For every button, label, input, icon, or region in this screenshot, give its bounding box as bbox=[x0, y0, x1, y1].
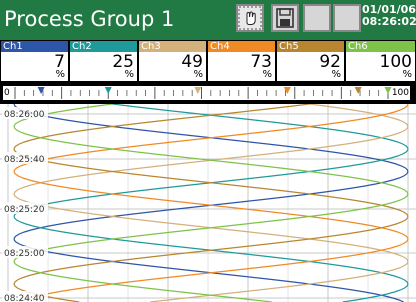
channel-tile-6[interactable]: Ch6 100 % bbox=[346, 41, 415, 81]
time-label: 08:26:00 bbox=[4, 110, 45, 120]
time-label: 08:25:20 bbox=[4, 205, 45, 215]
page-title: Process Group 1 bbox=[4, 7, 175, 31]
channel-tile-1[interactable]: Ch1 7 % bbox=[1, 41, 68, 81]
channel-name: Ch6 bbox=[346, 41, 415, 52]
time-label: 08:25:40 bbox=[4, 155, 45, 165]
channel-panel: Ch1 7 % Ch2 25 % Ch3 49 % Ch4 73 % Ch5 9… bbox=[0, 40, 416, 82]
channel-marker bbox=[37, 87, 45, 94]
channel-unit: % bbox=[262, 69, 272, 80]
channel-name: Ch4 bbox=[208, 41, 275, 52]
channel-name: Ch1 bbox=[1, 41, 68, 52]
scale-ticks bbox=[14, 87, 392, 99]
channel-marker bbox=[194, 87, 202, 94]
time-text: 08:26:02 bbox=[362, 15, 416, 28]
hand-button[interactable] bbox=[236, 4, 264, 32]
datetime-display: 01/01/06 08:26:02 bbox=[362, 4, 416, 28]
channel-tile-2[interactable]: Ch2 25 % bbox=[70, 41, 137, 81]
channel-marker bbox=[283, 87, 291, 94]
channel-unit: % bbox=[55, 69, 65, 80]
channel-name: Ch2 bbox=[70, 41, 137, 52]
blank-button-2[interactable] bbox=[333, 4, 361, 32]
channel-name: Ch3 bbox=[139, 41, 206, 52]
channel-marker bbox=[104, 87, 112, 94]
trend-chart: 08:26:00 08:25:40 08:25:20 08:25:00 08:24:40 bbox=[0, 104, 416, 302]
channel-marker bbox=[354, 87, 362, 94]
channel-name: Ch5 bbox=[277, 41, 344, 52]
scale-bar: 0 100 bbox=[3, 86, 410, 100]
channel-tile-4[interactable]: Ch4 73 % bbox=[208, 41, 275, 81]
channel-tile-5[interactable]: Ch5 92 % bbox=[277, 41, 344, 81]
save-button[interactable] bbox=[271, 4, 299, 32]
hand-cursor-icon bbox=[238, 6, 262, 30]
channel-unit: % bbox=[402, 69, 412, 80]
floppy-disk-icon bbox=[276, 8, 294, 28]
time-label: 08:24:40 bbox=[4, 294, 45, 302]
channel-marker bbox=[384, 87, 392, 94]
channel-tile-3[interactable]: Ch3 49 % bbox=[139, 41, 206, 81]
blank-button-1[interactable] bbox=[303, 4, 331, 32]
channel-unit: % bbox=[331, 69, 341, 80]
channel-unit: % bbox=[124, 69, 134, 80]
header-bar: Process Group 1 01/01/06 08:26:02 bbox=[0, 0, 416, 40]
channel-unit: % bbox=[193, 69, 203, 80]
time-label: 08:25:00 bbox=[4, 249, 45, 259]
